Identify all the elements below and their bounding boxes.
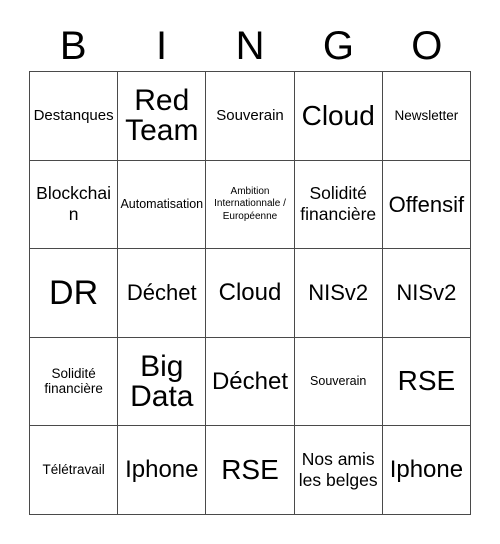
bingo-cell[interactable]: Nos amis les belges — [294, 426, 383, 515]
bingo-cell[interactable]: Cloud — [206, 249, 295, 338]
bingo-cell[interactable]: Iphone — [118, 426, 207, 515]
bingo-cell-label: Automatisation — [120, 196, 204, 211]
bingo-cell[interactable]: Blockchain — [30, 160, 119, 250]
bingo-cell-label: Souverain — [216, 106, 284, 124]
bingo-cell-label: Ambition Internationnale / Européenne — [214, 185, 286, 222]
bingo-cell-label: DR — [49, 273, 99, 312]
bingo-cell[interactable]: Souverain — [206, 72, 295, 161]
bingo-cell[interactable]: Ambition Internationnale / Européenne — [206, 160, 295, 250]
bingo-cell[interactable]: NISv2 — [294, 249, 383, 338]
bingo-cell-label: Nos amis les belges — [298, 449, 378, 491]
bingo-cell-label: Solidité financière — [44, 366, 103, 396]
bingo-cell-label: RSE — [397, 365, 456, 397]
bingo-cell[interactable]: RSE — [206, 426, 295, 515]
bingo-cell-label: Iphone — [389, 456, 464, 484]
bingo-grid: Destanques Red Team Souverain Cloud Newslett… — [29, 71, 471, 515]
bingo-cell-label: Cloud — [301, 99, 375, 131]
header-letter-n: N — [235, 24, 265, 68]
bingo-cell-label: Cloud — [218, 279, 282, 307]
bingo-cell-label: Souverain — [310, 373, 367, 388]
bingo-cell[interactable]: RSE — [382, 337, 471, 427]
bingo-cell[interactable]: Offensif — [382, 160, 471, 250]
bingo-cell[interactable]: Télétravail — [30, 426, 119, 515]
bingo-cell-label: Blockchain — [36, 183, 112, 225]
bingo-cell-label: Déchet — [211, 367, 289, 395]
bingo-cell-label: NISv2 — [396, 280, 457, 306]
bingo-cell-label: Télétravail — [42, 461, 105, 477]
bingo-cell-label: NISv2 — [308, 280, 369, 306]
bingo-cell-label: Solidité financière — [300, 183, 377, 225]
bingo-cell-label: Destanques — [33, 106, 114, 124]
bingo-cell[interactable]: Solidité financière — [30, 337, 119, 427]
bingo-cell[interactable]: Déchet — [206, 337, 295, 427]
bingo-cell[interactable]: Solidité financière — [294, 160, 383, 250]
bingo-cell[interactable]: Big Data — [118, 337, 207, 427]
bingo-cell-label: Offensif — [388, 191, 465, 217]
bingo-cell-label: Iphone — [125, 456, 199, 484]
bingo-cell[interactable]: Newsletter — [382, 72, 471, 161]
bingo-cell[interactable]: Souverain — [294, 337, 383, 427]
bingo-cell-label: Red Team — [125, 83, 199, 147]
header-letter-b: B — [59, 24, 87, 68]
bingo-cell[interactable]: DR — [30, 249, 119, 338]
bingo-cell-label: Newsletter — [394, 107, 459, 123]
bingo-cell[interactable]: Destanques — [30, 72, 119, 161]
bingo-cell[interactable]: Déchet — [118, 249, 207, 338]
bingo-cell-label: RSE — [221, 454, 279, 486]
bingo-card: B I N G O Destanques Red Team Souverain Clo… — [0, 0, 500, 544]
bingo-cell-label: Déchet — [126, 280, 197, 306]
bingo-cell[interactable]: Iphone — [382, 426, 471, 515]
header-letter-g: G — [322, 24, 354, 68]
bingo-header: B I N G O — [29, 22, 471, 70]
header-letter-i: I — [156, 24, 168, 68]
bingo-cell[interactable]: Red Team — [118, 72, 207, 161]
bingo-cell[interactable]: NISv2 — [382, 249, 471, 338]
bingo-cell-label: Big Data — [130, 349, 194, 413]
bingo-cell[interactable]: Cloud — [294, 72, 383, 161]
bingo-cell[interactable]: Automatisation — [118, 160, 207, 250]
header-letter-o: O — [411, 24, 443, 68]
